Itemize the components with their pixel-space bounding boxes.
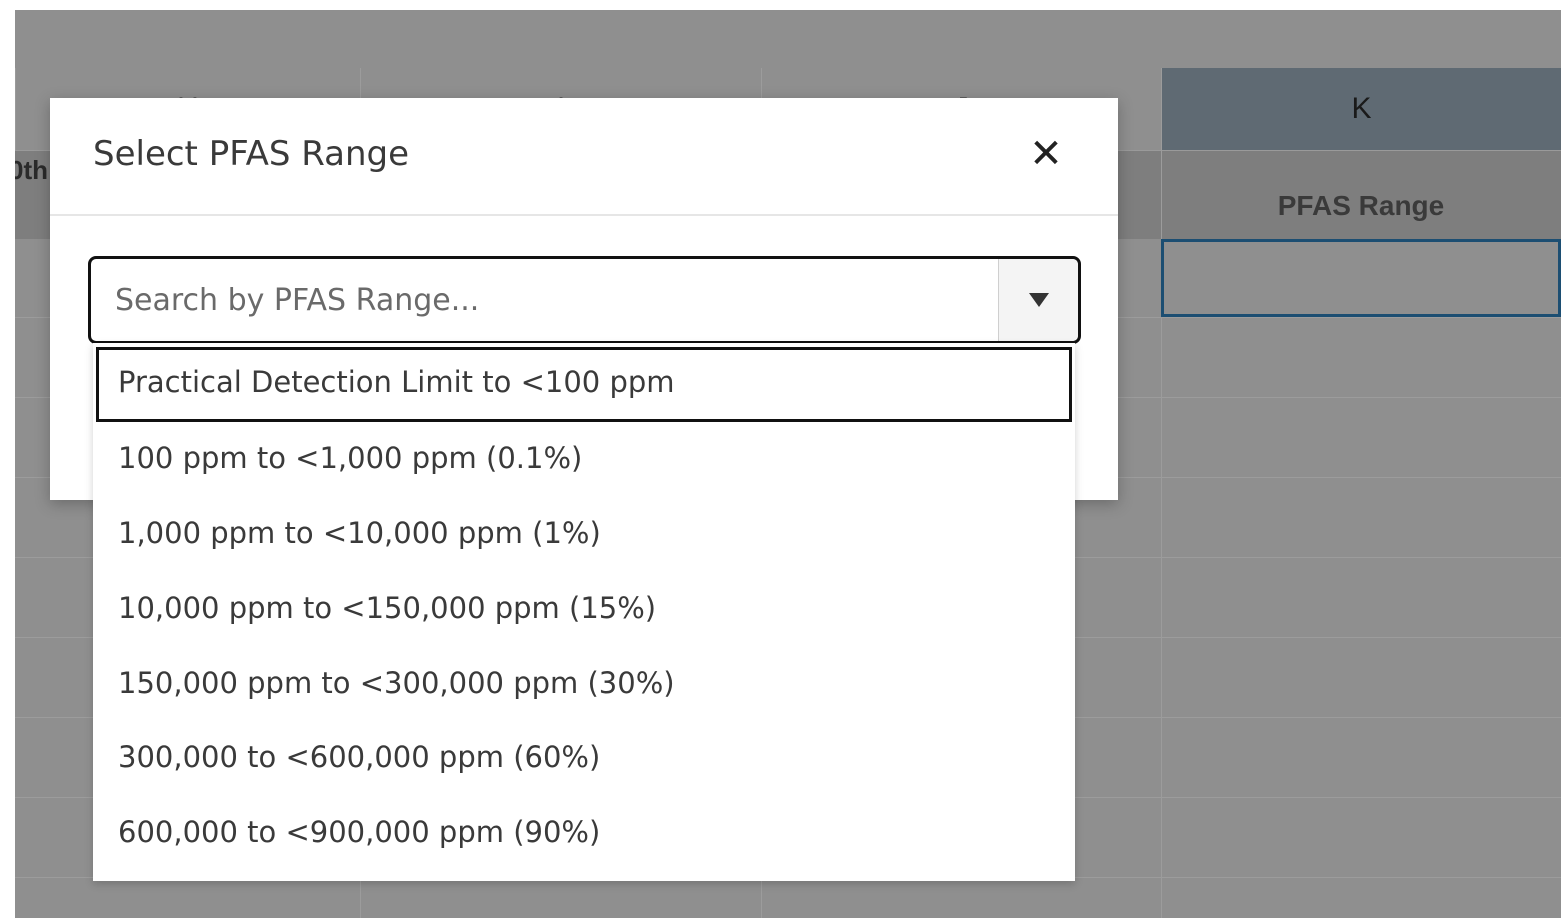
pfas-range-option[interactable]: 150,000 ppm to <300,000 ppm (30%) xyxy=(93,646,1075,721)
clipped-column-header: 0th xyxy=(15,155,48,185)
pfas-range-column-header[interactable]: PFAS Range xyxy=(1161,150,1561,238)
modal-title: Select PFAS Range xyxy=(93,134,410,174)
pfas-range-option[interactable]: 100 ppm to <1,000 ppm (0.1%) xyxy=(93,421,1075,496)
pfas-range-option[interactable]: 600,000 to <900,000 ppm (90%) xyxy=(93,795,1075,870)
pfas-range-option[interactable]: Practical Detection Limit to <100 ppm xyxy=(96,347,1072,422)
active-cell-k2[interactable] xyxy=(1161,239,1561,317)
pfas-range-option[interactable]: 1,000 ppm to <10,000 ppm (1%) xyxy=(93,496,1075,571)
pfas-range-select[interactable] xyxy=(88,256,1081,344)
column-letter-label: K xyxy=(1351,92,1372,125)
close-icon[interactable]: ✕ xyxy=(1022,130,1070,178)
column-letter-k[interactable]: K xyxy=(1161,68,1561,150)
dropdown-toggle-button[interactable] xyxy=(998,259,1078,341)
grid-divider xyxy=(1161,68,1162,918)
chevron-down-icon xyxy=(1028,293,1049,307)
pfas-range-options-list: Practical Detection Limit to <100 ppm 10… xyxy=(93,343,1075,881)
pfas-range-option[interactable]: 300,000 to <600,000 ppm (60%) xyxy=(93,720,1075,795)
modal-header: Select PFAS Range ✕ xyxy=(50,98,1118,216)
pfas-range-search-input[interactable] xyxy=(115,259,985,341)
pfas-range-option[interactable]: 10,000 ppm to <150,000 ppm (15%) xyxy=(93,571,1075,646)
